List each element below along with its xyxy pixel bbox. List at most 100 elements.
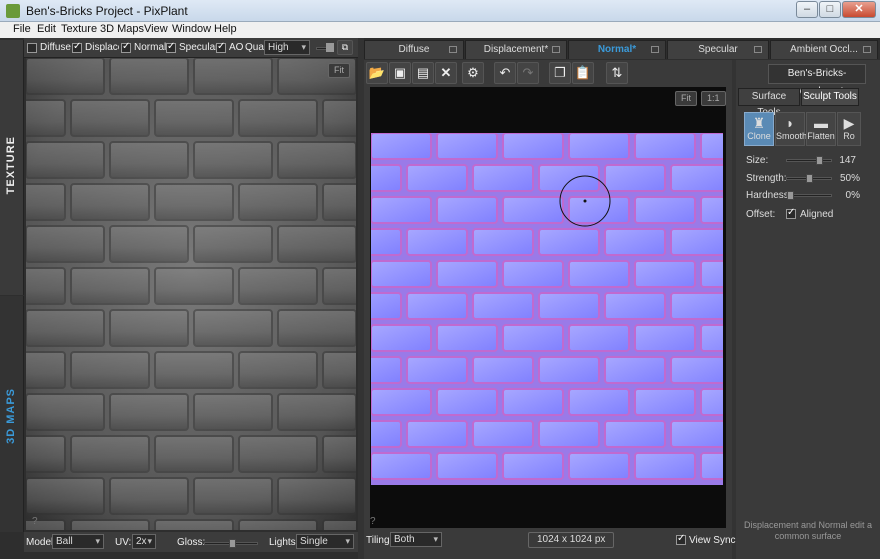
normal-checkbox[interactable] bbox=[121, 41, 131, 53]
menu-window[interactable]: Window bbox=[172, 23, 211, 35]
normal-map-brick bbox=[568, 260, 630, 288]
smooth-tool-label: Smooth bbox=[776, 131, 808, 141]
tab-specular[interactable]: Specular bbox=[667, 40, 769, 59]
size-slider-knob[interactable] bbox=[816, 156, 823, 165]
viewport-1to1-button[interactable]: 1:1 bbox=[701, 91, 726, 106]
normal-map-brick bbox=[538, 164, 600, 192]
uv-select[interactable]: 2x bbox=[132, 534, 156, 549]
diffuse-checkbox[interactable] bbox=[27, 43, 37, 53]
normal-map-brick bbox=[538, 292, 600, 320]
settings-icon[interactable]: ⚙ bbox=[462, 62, 484, 84]
save-as-icon[interactable]: ▤ bbox=[412, 62, 434, 84]
lights-select[interactable]: Single bbox=[296, 534, 354, 549]
displacement-checkbox[interactable] bbox=[72, 41, 82, 53]
normal-map-brick bbox=[634, 388, 696, 416]
normal-map-brick bbox=[700, 196, 723, 224]
normal-map-brick bbox=[568, 452, 630, 480]
dock-icon[interactable] bbox=[754, 46, 762, 53]
clone-tool-button[interactable]: ♜ Clone bbox=[744, 112, 774, 146]
normal-map-brick bbox=[604, 420, 666, 448]
view-sync-checkbox[interactable] bbox=[676, 533, 686, 545]
quality-slider-knob[interactable] bbox=[326, 43, 334, 52]
dome-icon: ◗ bbox=[785, 115, 795, 131]
map-tabs: Diffuse Displacement* Normal* Specular A… bbox=[364, 38, 880, 60]
menu-file[interactable]: File bbox=[13, 23, 31, 35]
copy-icon[interactable]: ❐ bbox=[549, 62, 571, 84]
normal-map-brick bbox=[371, 420, 402, 448]
menu-3d-maps[interactable]: 3D Maps bbox=[100, 23, 144, 35]
hardness-slider[interactable] bbox=[786, 191, 832, 200]
tab-surface-tools[interactable]: Surface Tools bbox=[738, 88, 800, 118]
swap-icon[interactable]: ⇅ bbox=[606, 62, 628, 84]
image-size: 1024 x 1024 px bbox=[528, 532, 615, 548]
preview-help-icon[interactable]: ? bbox=[32, 516, 38, 527]
tab-diffuse[interactable]: Diffuse bbox=[364, 40, 464, 59]
undo-icon[interactable]: ↶ bbox=[494, 62, 516, 84]
model-select[interactable]: Ball bbox=[52, 534, 104, 549]
redo-icon[interactable]: ↷ bbox=[517, 62, 539, 84]
ao-checkbox[interactable] bbox=[216, 41, 226, 53]
normal-map-brick bbox=[371, 292, 402, 320]
save-icon[interactable]: ▣ bbox=[389, 62, 411, 84]
hardness-slider-knob[interactable] bbox=[787, 191, 794, 200]
normal-map-brick bbox=[406, 356, 468, 384]
rotate-tool-button[interactable]: ▶ Ro bbox=[837, 112, 861, 146]
filename-button[interactable]: Ben's-Bricks-normal.png* bbox=[768, 64, 866, 97]
preview-fit-button[interactable]: Fit bbox=[328, 63, 350, 78]
left-splitter[interactable] bbox=[358, 38, 364, 559]
normal-map-image bbox=[371, 133, 723, 485]
tab-specular-label: Specular bbox=[698, 44, 738, 55]
normal-map-brick bbox=[502, 196, 564, 224]
brick-wall-preview bbox=[26, 58, 356, 530]
quality-select[interactable]: High bbox=[264, 40, 310, 55]
dock-icon[interactable] bbox=[651, 46, 659, 53]
tab-displacement[interactable]: Displacement* bbox=[465, 40, 567, 59]
close-button[interactable]: ✕ bbox=[842, 1, 876, 18]
menu-edit[interactable]: Edit bbox=[37, 23, 56, 35]
aligned-checkbox[interactable] bbox=[786, 207, 796, 219]
open-folder-icon[interactable]: 📂 bbox=[366, 62, 388, 84]
normal-map-brick bbox=[371, 356, 402, 384]
flatten-tool-button[interactable]: ▬ Flatten bbox=[806, 112, 836, 146]
maximize-button[interactable]: □ bbox=[819, 1, 841, 18]
minimize-button[interactable]: – bbox=[796, 1, 818, 18]
flatten-tool-label: Flatten bbox=[807, 131, 835, 141]
tiling-select[interactable]: Both bbox=[390, 532, 442, 547]
normal-map-brick bbox=[472, 228, 534, 256]
normal-map-brick bbox=[670, 292, 723, 320]
normal-map-brick bbox=[436, 388, 498, 416]
menu-help[interactable]: Help bbox=[214, 23, 237, 35]
3d-preview-canvas[interactable] bbox=[26, 58, 356, 530]
normal-map-brick bbox=[371, 388, 432, 416]
normal-map-brick bbox=[472, 164, 534, 192]
hardness-value: 0% bbox=[845, 190, 860, 201]
gloss-slider[interactable] bbox=[204, 539, 258, 548]
viewport-help-icon[interactable]: ? bbox=[370, 516, 376, 527]
gloss-slider-knob[interactable] bbox=[229, 539, 236, 548]
size-value: 147 bbox=[839, 155, 856, 166]
strength-slider[interactable] bbox=[786, 174, 832, 183]
normal-map-brick bbox=[604, 164, 666, 192]
dock-icon[interactable] bbox=[552, 46, 560, 53]
smooth-tool-button[interactable]: ◗ Smooth bbox=[775, 112, 808, 146]
texture-side-tab[interactable]: TEXTURE bbox=[0, 40, 24, 295]
status-bar: Tiling: Both 1024 x 1024 px View Sync bbox=[364, 530, 736, 552]
dock-icon[interactable] bbox=[449, 46, 457, 53]
delete-icon[interactable]: ✕ bbox=[435, 62, 457, 84]
hardness-label: Hardness: bbox=[746, 190, 792, 201]
viewport-fit-button[interactable]: Fit bbox=[675, 91, 697, 106]
strength-slider-knob[interactable] bbox=[806, 174, 813, 183]
tiling-label: Tiling: bbox=[366, 535, 393, 546]
tab-ambient-occlusion[interactable]: Ambient Occl... bbox=[770, 40, 878, 59]
normal-map-brick bbox=[538, 228, 600, 256]
menu-texture[interactable]: Texture bbox=[61, 23, 97, 35]
maps-side-tab[interactable]: 3D MAPS bbox=[0, 296, 24, 532]
tab-sculpt-tools[interactable]: Sculpt Tools bbox=[801, 88, 859, 106]
menu-view[interactable]: View bbox=[144, 23, 168, 35]
tab-normal[interactable]: Normal* bbox=[568, 40, 666, 59]
dock-icon[interactable] bbox=[863, 46, 871, 53]
undock-icon[interactable]: ⧉ bbox=[337, 40, 353, 55]
specular-checkbox[interactable] bbox=[166, 41, 176, 53]
normal-map-canvas[interactable] bbox=[371, 133, 723, 485]
paste-icon[interactable]: 📋 bbox=[572, 62, 594, 84]
